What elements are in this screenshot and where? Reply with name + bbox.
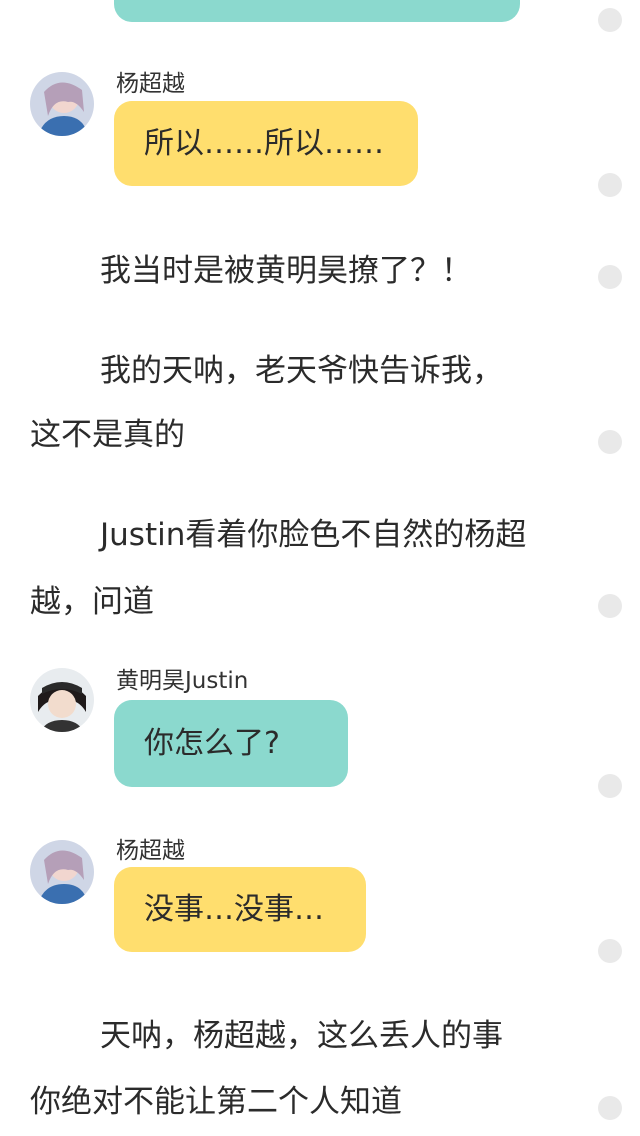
scroll-indicator-dot[interactable] xyxy=(598,594,622,618)
narration-line: 你绝对不能让第二个人知道 xyxy=(30,1084,402,1120)
narration-line: 越，问道 xyxy=(30,584,154,620)
sender-name: 杨超越 xyxy=(116,71,185,97)
scroll-indicator-dot[interactable] xyxy=(598,774,622,798)
scroll-indicator-dot[interactable] xyxy=(598,173,622,197)
yang-chaoyue-avatar-icon xyxy=(30,840,94,904)
narration-line: 这不是真的 xyxy=(30,417,185,453)
narration-line: 我当时是被黄明昊撩了？！ xyxy=(100,253,472,289)
narration-line: 我的天呐，老天爷快告诉我， xyxy=(100,353,503,389)
scroll-indicator-dot[interactable] xyxy=(598,1096,622,1120)
sender-name: 杨超越 xyxy=(116,838,185,864)
chat-bubble-partial[interactable] xyxy=(114,0,520,22)
avatar[interactable] xyxy=(30,668,94,732)
chat-bubble[interactable]: 没事…没事… xyxy=(114,867,366,952)
scroll-indicator-dot[interactable] xyxy=(598,265,622,289)
yang-chaoyue-avatar-icon xyxy=(30,72,94,136)
avatar[interactable] xyxy=(30,72,94,136)
narration-line: 天呐，杨超越，这么丢人的事 xyxy=(100,1018,503,1054)
chat-bubble[interactable]: 所以……所以…… xyxy=(114,101,418,186)
scroll-indicator-dot[interactable] xyxy=(598,430,622,454)
avatar[interactable] xyxy=(30,840,94,904)
chat-bubble[interactable]: 你怎么了? xyxy=(114,700,348,787)
scroll-indicator-dot[interactable] xyxy=(598,939,622,963)
narration-line: Justin看着你脸色不自然的杨超 xyxy=(100,517,527,553)
sender-name: 黄明昊Justin xyxy=(116,668,249,694)
justin-avatar-icon xyxy=(30,668,94,732)
scroll-indicator-dot[interactable] xyxy=(598,8,622,32)
